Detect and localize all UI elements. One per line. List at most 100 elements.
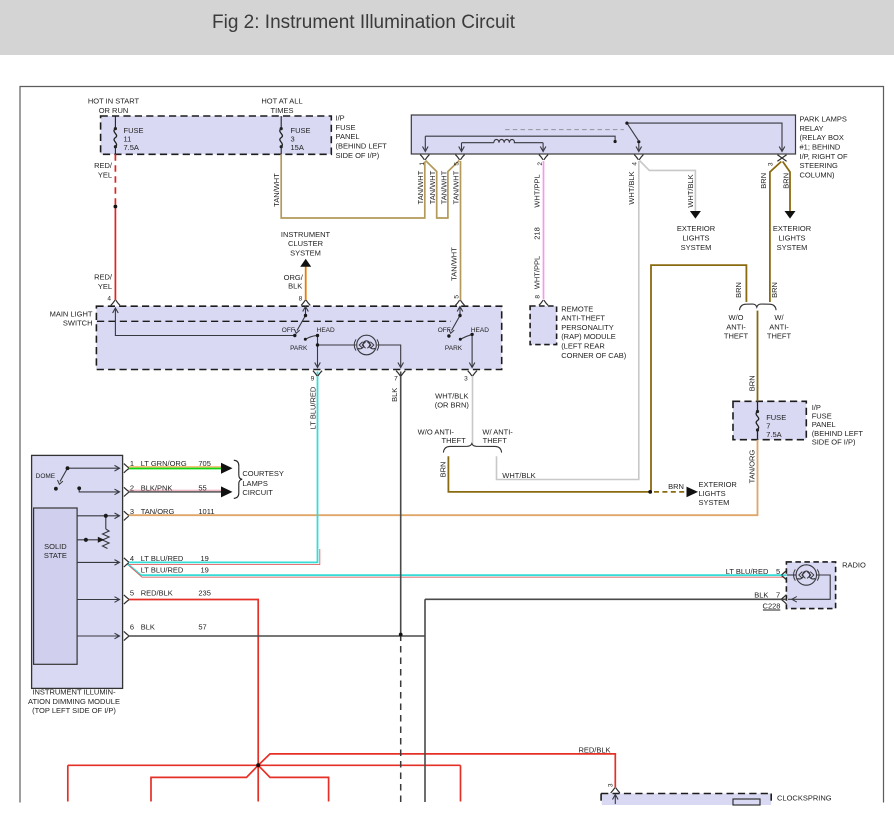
svg-text:W/O: W/O	[729, 313, 744, 322]
svg-text:BLK: BLK	[754, 591, 768, 600]
svg-text:RED/BLK: RED/BLK	[141, 589, 173, 598]
svg-text:WHT/PPL: WHT/PPL	[533, 174, 542, 207]
svg-text:ANTI-THEFT: ANTI-THEFT	[561, 314, 605, 323]
svg-text:3: 3	[608, 783, 615, 787]
svg-text:7.5A: 7.5A	[124, 143, 139, 152]
svg-text:ANTI-: ANTI-	[726, 322, 746, 331]
svg-text:LT BLU/RED: LT BLU/RED	[141, 554, 184, 563]
svg-text:THEFT: THEFT	[724, 332, 749, 341]
svg-text:CORNER OF CAB): CORNER OF CAB)	[561, 351, 627, 360]
svg-text:LIGHTS: LIGHTS	[699, 489, 726, 498]
svg-text:19: 19	[201, 554, 209, 563]
svg-text:BLK/PNK: BLK/PNK	[141, 484, 173, 493]
svg-text:(BEHIND LEFT: (BEHIND LEFT	[336, 142, 388, 151]
svg-text:PANEL: PANEL	[336, 132, 360, 141]
svg-text:8: 8	[299, 296, 303, 303]
svg-text:I/P: I/P	[812, 403, 821, 412]
svg-text:SYSTEM: SYSTEM	[290, 248, 321, 257]
svg-text:2: 2	[130, 484, 134, 493]
svg-text:PARK: PARK	[445, 345, 463, 352]
svg-text:1011: 1011	[198, 507, 214, 516]
svg-text:OFF: OFF	[438, 327, 451, 334]
svg-text:3: 3	[768, 162, 775, 166]
svg-text:CLOCKSPRING: CLOCKSPRING	[777, 793, 832, 802]
svg-text:PERSONALITY: PERSONALITY	[561, 323, 614, 332]
svg-text:235: 235	[198, 589, 211, 598]
svg-text:W/O ANTI-: W/O ANTI-	[418, 427, 455, 436]
svg-text:RADIO: RADIO	[842, 561, 866, 570]
svg-text:OFF: OFF	[282, 327, 295, 334]
svg-text:7: 7	[394, 375, 398, 382]
svg-text:BLK: BLK	[141, 623, 155, 632]
svg-text:EXTERIOR: EXTERIOR	[699, 480, 738, 489]
svg-text:OR RUN: OR RUN	[99, 106, 129, 115]
svg-text:TAN/ORG: TAN/ORG	[747, 450, 756, 484]
svg-text:TAN/WHT: TAN/WHT	[272, 173, 281, 207]
svg-text:DOME: DOME	[36, 473, 56, 480]
svg-text:BRN: BRN	[668, 482, 684, 491]
svg-text:(TOP LEFT SIDE OF I/P): (TOP LEFT SIDE OF I/P)	[32, 706, 116, 715]
svg-text:5: 5	[454, 295, 461, 299]
svg-text:COURTESY: COURTESY	[242, 469, 284, 478]
svg-text:ATION DIMMING MODULE: ATION DIMMING MODULE	[28, 697, 120, 706]
svg-text:LT BLU/RED: LT BLU/RED	[726, 567, 769, 576]
svg-text:4: 4	[107, 295, 111, 302]
svg-text:5: 5	[454, 162, 461, 166]
svg-text:BLK: BLK	[288, 281, 302, 290]
svg-text:LT BLU/RED: LT BLU/RED	[141, 566, 184, 575]
svg-text:RED/: RED/	[94, 161, 113, 170]
svg-text:EXTERIOR: EXTERIOR	[773, 224, 812, 233]
svg-text:8: 8	[535, 295, 542, 299]
svg-text:TAN/ORG: TAN/ORG	[141, 507, 175, 516]
svg-text:3: 3	[464, 375, 468, 382]
svg-text:WHT/PPL: WHT/PPL	[533, 256, 542, 289]
svg-text:SOLID: SOLID	[44, 542, 67, 551]
svg-text:COLUMN): COLUMN)	[800, 170, 836, 179]
svg-text:SIDE OF I/P): SIDE OF I/P)	[336, 151, 380, 160]
svg-text:2: 2	[537, 162, 544, 166]
svg-text:7: 7	[776, 591, 780, 600]
svg-text:SYSTEM: SYSTEM	[777, 243, 808, 252]
svg-text:BRN: BRN	[439, 462, 448, 478]
svg-text:REMOTE: REMOTE	[561, 304, 593, 313]
svg-text:BRN: BRN	[759, 173, 768, 189]
svg-text:(RELAY BOX: (RELAY BOX	[800, 133, 844, 142]
svg-text:TAN/WHT: TAN/WHT	[440, 170, 449, 204]
svg-text:(LEFT REAR: (LEFT REAR	[561, 342, 605, 351]
svg-text:6: 6	[130, 623, 134, 632]
svg-text:HEAD: HEAD	[471, 327, 489, 334]
svg-text:(BEHIND LEFT: (BEHIND LEFT	[812, 429, 864, 438]
svg-text:BRN: BRN	[770, 282, 779, 298]
svg-text:WHT/BLK: WHT/BLK	[627, 171, 636, 204]
svg-text:HEAD: HEAD	[317, 327, 335, 334]
svg-text:INSTRUMENT ILLUMIN-: INSTRUMENT ILLUMIN-	[32, 688, 116, 697]
svg-text:BRN: BRN	[782, 173, 791, 189]
svg-text:WHT/BLK: WHT/BLK	[435, 391, 468, 400]
svg-text:(RAP) MODULE: (RAP) MODULE	[561, 332, 616, 341]
svg-text:CLUSTER: CLUSTER	[288, 239, 324, 248]
svg-text:YEL: YEL	[98, 171, 112, 180]
svg-text:LT BLU/RED: LT BLU/RED	[308, 386, 317, 429]
svg-text:TIMES: TIMES	[271, 106, 294, 115]
svg-text:BRN: BRN	[734, 282, 743, 298]
svg-text:55: 55	[198, 484, 206, 493]
svg-text:SYSTEM: SYSTEM	[681, 243, 712, 252]
svg-text:TAN/WHT: TAN/WHT	[449, 247, 458, 281]
svg-text:218: 218	[533, 227, 542, 240]
svg-text:ANTI-: ANTI-	[769, 322, 789, 331]
svg-text:LT GRN/ORG: LT GRN/ORG	[141, 459, 187, 468]
svg-text:FUSE: FUSE	[812, 412, 832, 421]
svg-text:LAMPS: LAMPS	[242, 479, 267, 488]
svg-text:TAN/WHT: TAN/WHT	[428, 170, 437, 204]
svg-text:WHT/BLK: WHT/BLK	[686, 174, 695, 207]
svg-text:THEFT: THEFT	[483, 436, 508, 445]
svg-text:HOT AT ALL: HOT AT ALL	[261, 97, 302, 106]
svg-text:RELAY: RELAY	[800, 124, 824, 133]
svg-text:W/ ANTI-: W/ ANTI-	[482, 427, 513, 436]
svg-text:I/P, RIGHT OF: I/P, RIGHT OF	[800, 152, 848, 161]
svg-text:I/P: I/P	[336, 114, 345, 123]
svg-text:9: 9	[311, 375, 315, 382]
svg-text:TAN/WHT: TAN/WHT	[416, 170, 425, 204]
svg-text:C228: C228	[763, 602, 781, 611]
svg-text:4: 4	[632, 162, 639, 166]
